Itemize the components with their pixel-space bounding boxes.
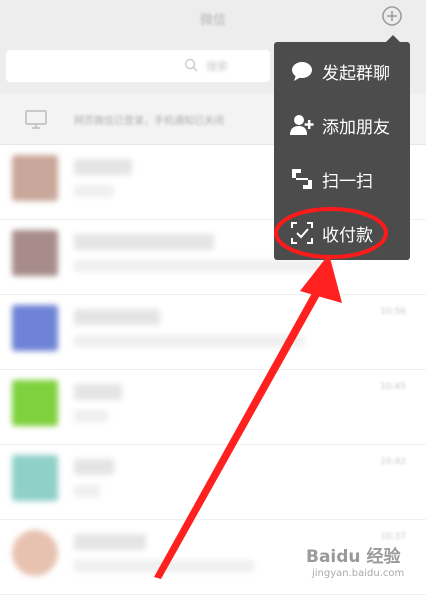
notice-text: 网页微信已登录，手机通知已关闭 xyxy=(74,116,224,127)
list-item[interactable]: 10:45 xyxy=(0,370,426,445)
contact-name xyxy=(74,234,214,250)
add-friend-icon xyxy=(290,115,314,135)
list-item[interactable]: 10:42 xyxy=(0,445,426,520)
message-preview xyxy=(74,560,254,572)
watermark-logo: Baidu 经验 xyxy=(306,547,401,567)
message-preview xyxy=(74,185,114,197)
chat-bubble-icon xyxy=(292,62,312,81)
top-bar: 微信 xyxy=(0,0,426,39)
chat-time: 10:45 xyxy=(380,382,406,392)
list-item[interactable]: 10:56 xyxy=(0,295,426,370)
scan-icon xyxy=(292,169,312,189)
contact-name xyxy=(74,459,114,475)
search-placeholder: 搜索 xyxy=(206,60,228,73)
avatar xyxy=(12,530,58,576)
contact-name xyxy=(74,309,160,325)
message-preview xyxy=(74,260,334,272)
menu-item-group-chat[interactable]: 发起群聊 xyxy=(274,44,410,98)
menu-item-label: 扫一扫 xyxy=(322,172,373,192)
watermark: Baidu 经验 jingyan.baidu.com xyxy=(306,540,416,584)
menu-item-scan[interactable]: 扫一扫 xyxy=(274,152,410,206)
pay-receive-icon xyxy=(291,222,313,244)
watermark-url: jingyan.baidu.com xyxy=(312,568,405,579)
popup-menu: 发起群聊 添加朋友 扫一扫 收付款 xyxy=(274,42,410,260)
plus-icon[interactable] xyxy=(381,5,403,27)
avatar xyxy=(12,155,58,201)
message-preview xyxy=(74,410,108,422)
menu-item-add-friend[interactable]: 添加朋友 xyxy=(274,98,410,152)
page-title: 微信 xyxy=(199,13,226,28)
message-preview xyxy=(74,335,304,347)
message-preview xyxy=(74,485,100,497)
avatar xyxy=(12,455,58,501)
menu-item-label: 发起群聊 xyxy=(322,64,390,84)
computer-icon xyxy=(25,110,47,129)
contact-name xyxy=(74,159,132,175)
search-input[interactable]: 搜索 xyxy=(6,50,270,82)
avatar xyxy=(12,380,58,426)
contact-name xyxy=(74,384,122,400)
avatar xyxy=(12,305,58,351)
menu-item-label: 添加朋友 xyxy=(322,118,390,138)
chat-time: 10:56 xyxy=(380,307,406,317)
search-icon xyxy=(184,58,198,72)
contact-name xyxy=(74,534,146,550)
avatar xyxy=(12,230,58,276)
chat-time: 10:42 xyxy=(380,457,406,467)
menu-item-money[interactable]: 收付款 xyxy=(274,206,410,260)
menu-item-label: 收付款 xyxy=(322,226,373,246)
